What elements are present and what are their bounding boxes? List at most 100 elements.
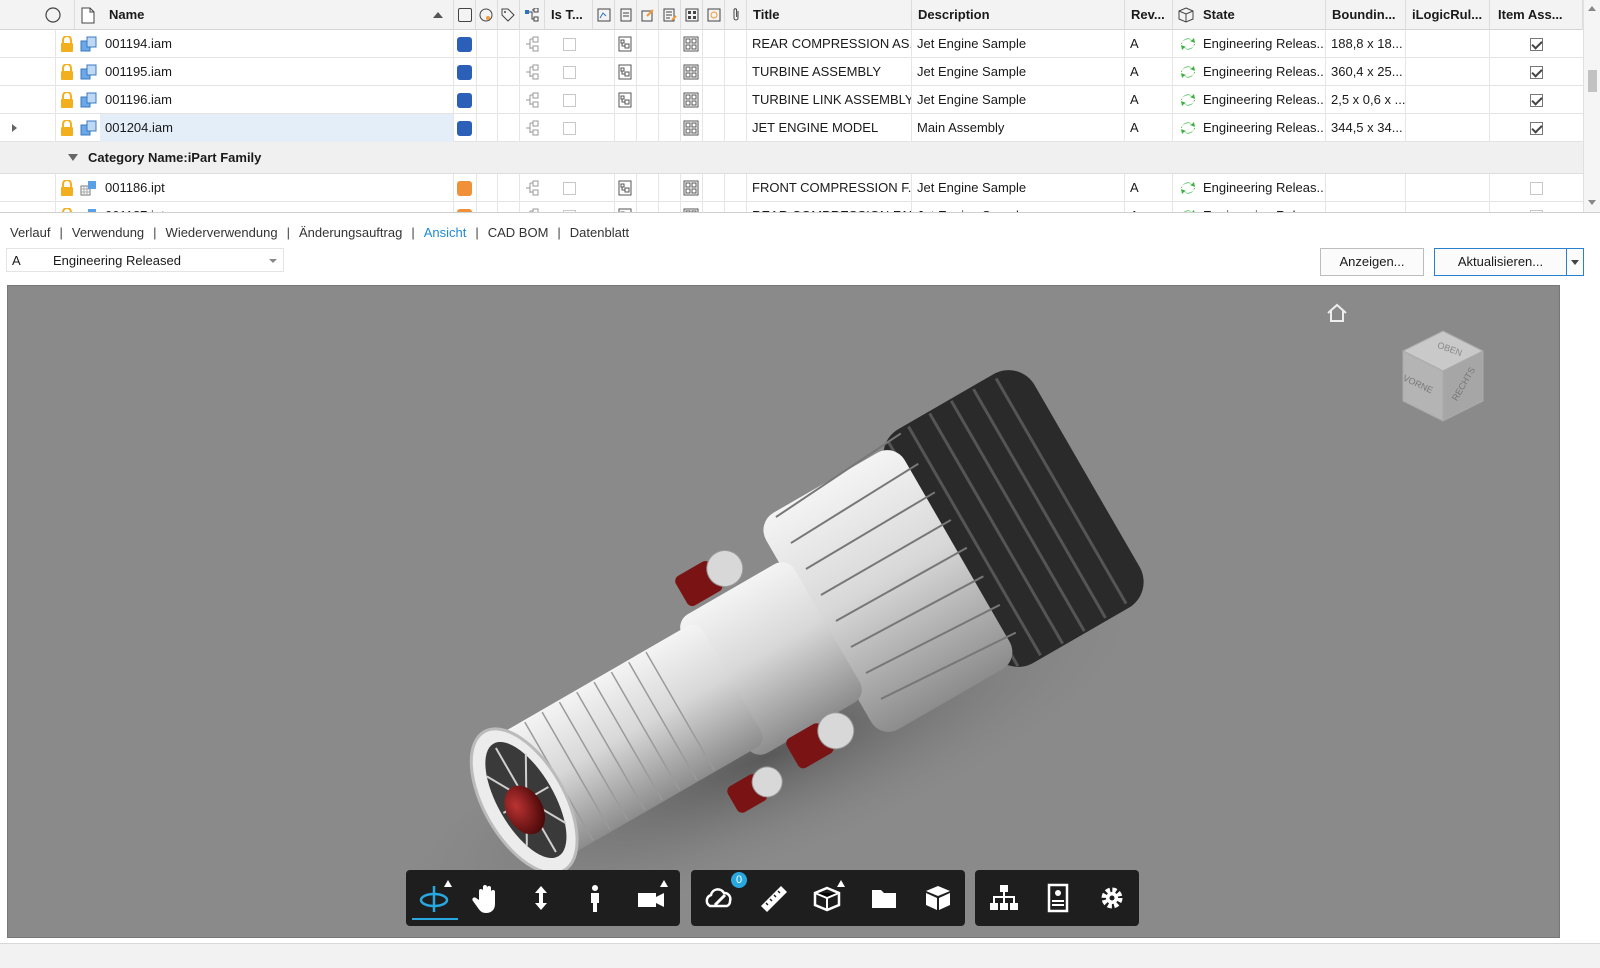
drawing-doc-icon[interactable] xyxy=(617,64,633,80)
header-list-col[interactable] xyxy=(659,0,681,30)
cell-description[interactable]: Jet Engine Sample xyxy=(912,58,1125,86)
cell-ilogic[interactable] xyxy=(1406,114,1490,142)
header-dwg1-col[interactable] xyxy=(593,0,615,30)
cell-bounding[interactable]: 2,5 x 0,6 x ... xyxy=(1326,86,1406,114)
tab-änderungsauftrag[interactable]: Änderungsauftrag xyxy=(299,225,402,240)
settings-button[interactable] xyxy=(1089,876,1135,920)
show-button[interactable]: Anzeigen... xyxy=(1320,248,1424,276)
table-row[interactable]: 001194.iam REAR COMPRESSION AS... Jet Engi… xyxy=(0,30,1583,58)
view-cube[interactable]: OBEN VORNE RECHTS xyxy=(1393,326,1493,426)
table-row[interactable]: 001195.iam TURBINE ASSEMBLY Jet Engine Sam… xyxy=(0,58,1583,86)
cell-rev[interactable]: A xyxy=(1125,174,1173,202)
3d-viewer[interactable]: OBEN VORNE RECHTS 0 xyxy=(7,285,1560,938)
header-ilogic[interactable]: iLogicRul... xyxy=(1406,0,1490,30)
header-state[interactable]: State xyxy=(1173,0,1326,30)
cell-state[interactable]: Engineering Releas... xyxy=(1173,30,1326,58)
cell-title[interactable]: FRONT COMPRESSION F... xyxy=(747,174,912,202)
cell-state[interactable]: Engineering Releas... xyxy=(1173,114,1326,142)
cell-name[interactable]: 001195.iam xyxy=(100,58,454,86)
item-assigned-checkbox[interactable] xyxy=(1530,94,1543,107)
cell-description[interactable]: Jet Engine Sample xyxy=(912,174,1125,202)
pan-button[interactable] xyxy=(464,876,510,920)
cell-rev[interactable]: A xyxy=(1125,30,1173,58)
cell-state[interactable]: Engineering Releas... xyxy=(1173,58,1326,86)
jet-engine-model[interactable] xyxy=(8,286,1560,938)
cell-title[interactable]: TURBINE LINK ASSEMBLY xyxy=(747,86,912,114)
drawing-doc-icon[interactable] xyxy=(617,36,633,52)
section-button[interactable] xyxy=(805,876,851,920)
is-template-checkbox[interactable] xyxy=(563,38,576,51)
drawing-doc-icon[interactable] xyxy=(617,92,633,108)
cell-ilogic[interactable] xyxy=(1406,86,1490,114)
table-row[interactable]: 001186.ipt FRONT COMPRESSION F... Jet Engi… xyxy=(0,174,1583,202)
cell-description[interactable]: Main Assembly xyxy=(912,114,1125,142)
grid-view-icon[interactable] xyxy=(683,208,699,213)
zoom-button[interactable] xyxy=(518,876,564,920)
camera-button[interactable] xyxy=(628,876,674,920)
header-tag-col[interactable] xyxy=(498,0,520,30)
tab-ansicht[interactable]: Ansicht xyxy=(424,225,467,240)
cell-bounding[interactable] xyxy=(1326,202,1406,212)
cell-description[interactable]: Jet Engine Sample xyxy=(912,202,1125,212)
header-bounding[interactable]: Boundin... xyxy=(1326,0,1406,30)
scroll-down-icon[interactable] xyxy=(1588,200,1596,205)
header-title[interactable]: Title xyxy=(747,0,912,30)
header-description[interactable]: Description xyxy=(912,0,1125,30)
drawing-doc-icon[interactable] xyxy=(617,208,633,213)
model-browser-button[interactable] xyxy=(915,876,961,920)
cell-state[interactable]: Engineering Releas... xyxy=(1173,86,1326,114)
cell-rev[interactable]: A xyxy=(1125,86,1173,114)
tab-wiederverwendung[interactable]: Wiederverwendung xyxy=(166,225,278,240)
properties-button[interactable] xyxy=(1035,876,1081,920)
header-item-assigned[interactable]: Item Ass... xyxy=(1490,0,1583,30)
cell-name[interactable]: 001186.ipt xyxy=(100,174,454,202)
home-icon[interactable] xyxy=(1326,303,1348,323)
cell-ilogic[interactable] xyxy=(1406,30,1490,58)
header-structure-col[interactable] xyxy=(520,0,545,30)
tab-cad-bom[interactable]: CAD BOM xyxy=(488,225,549,240)
item-assigned-checkbox[interactable] xyxy=(1530,66,1543,79)
is-template-checkbox[interactable] xyxy=(563,122,576,135)
cell-rev[interactable]: A xyxy=(1125,114,1173,142)
tab-datenblatt[interactable]: Datenblatt xyxy=(570,225,629,240)
cell-name[interactable]: 001194.iam xyxy=(100,30,454,58)
grid-view-icon[interactable] xyxy=(683,36,699,52)
tab-verlauf[interactable]: Verlauf xyxy=(10,225,50,240)
item-assigned-checkbox[interactable] xyxy=(1530,182,1543,195)
header-select-col[interactable] xyxy=(0,0,75,30)
item-assigned-checkbox[interactable] xyxy=(1530,122,1543,135)
cell-title[interactable]: REAR COMPRESSION AS... xyxy=(747,30,912,58)
header-edit-col[interactable] xyxy=(637,0,659,30)
cell-name[interactable]: 001204.iam xyxy=(100,114,454,142)
cell-ilogic[interactable] xyxy=(1406,202,1490,212)
grid-view-icon[interactable] xyxy=(683,92,699,108)
header-color-col[interactable] xyxy=(454,0,476,30)
measure-button[interactable] xyxy=(751,876,797,920)
cell-state[interactable]: Engineering Releas... xyxy=(1173,202,1326,212)
cell-rev[interactable]: A xyxy=(1125,202,1173,212)
grid-view-icon[interactable] xyxy=(683,64,699,80)
structure-button[interactable] xyxy=(981,876,1027,920)
header-is-t[interactable]: Is T... xyxy=(545,0,593,30)
table-row[interactable]: 001187.ipt REAR COMPRESSION FAN Jet Engine… xyxy=(0,202,1583,213)
cell-rev[interactable]: A xyxy=(1125,58,1173,86)
drawing-doc-icon[interactable] xyxy=(617,180,633,196)
cell-name[interactable]: 001187.ipt xyxy=(100,202,454,212)
header-name[interactable]: Name xyxy=(75,0,454,30)
update-button[interactable]: Aktualisieren... xyxy=(1434,248,1567,276)
table-row[interactable]: 001196.iam TURBINE LINK ASSEMBLY Jet Engin… xyxy=(0,86,1583,114)
cell-state[interactable]: Engineering Releas... xyxy=(1173,174,1326,202)
collapse-triangle-icon[interactable] xyxy=(68,154,78,161)
walk-button[interactable] xyxy=(572,876,618,920)
cell-description[interactable]: Jet Engine Sample xyxy=(912,86,1125,114)
cell-title[interactable]: REAR COMPRESSION FAN xyxy=(747,202,912,212)
cell-bounding[interactable]: 188,8 x 18... xyxy=(1326,30,1406,58)
cell-bounding[interactable]: 344,5 x 34... xyxy=(1326,114,1406,142)
grid-view-icon[interactable] xyxy=(683,180,699,196)
is-template-checkbox[interactable] xyxy=(563,66,576,79)
cell-bounding[interactable]: 360,4 x 25... xyxy=(1326,58,1406,86)
grid-scrollbar[interactable] xyxy=(1583,0,1600,212)
header-rev[interactable]: Rev... xyxy=(1125,0,1173,30)
cell-ilogic[interactable] xyxy=(1406,174,1490,202)
is-template-checkbox[interactable] xyxy=(563,182,576,195)
